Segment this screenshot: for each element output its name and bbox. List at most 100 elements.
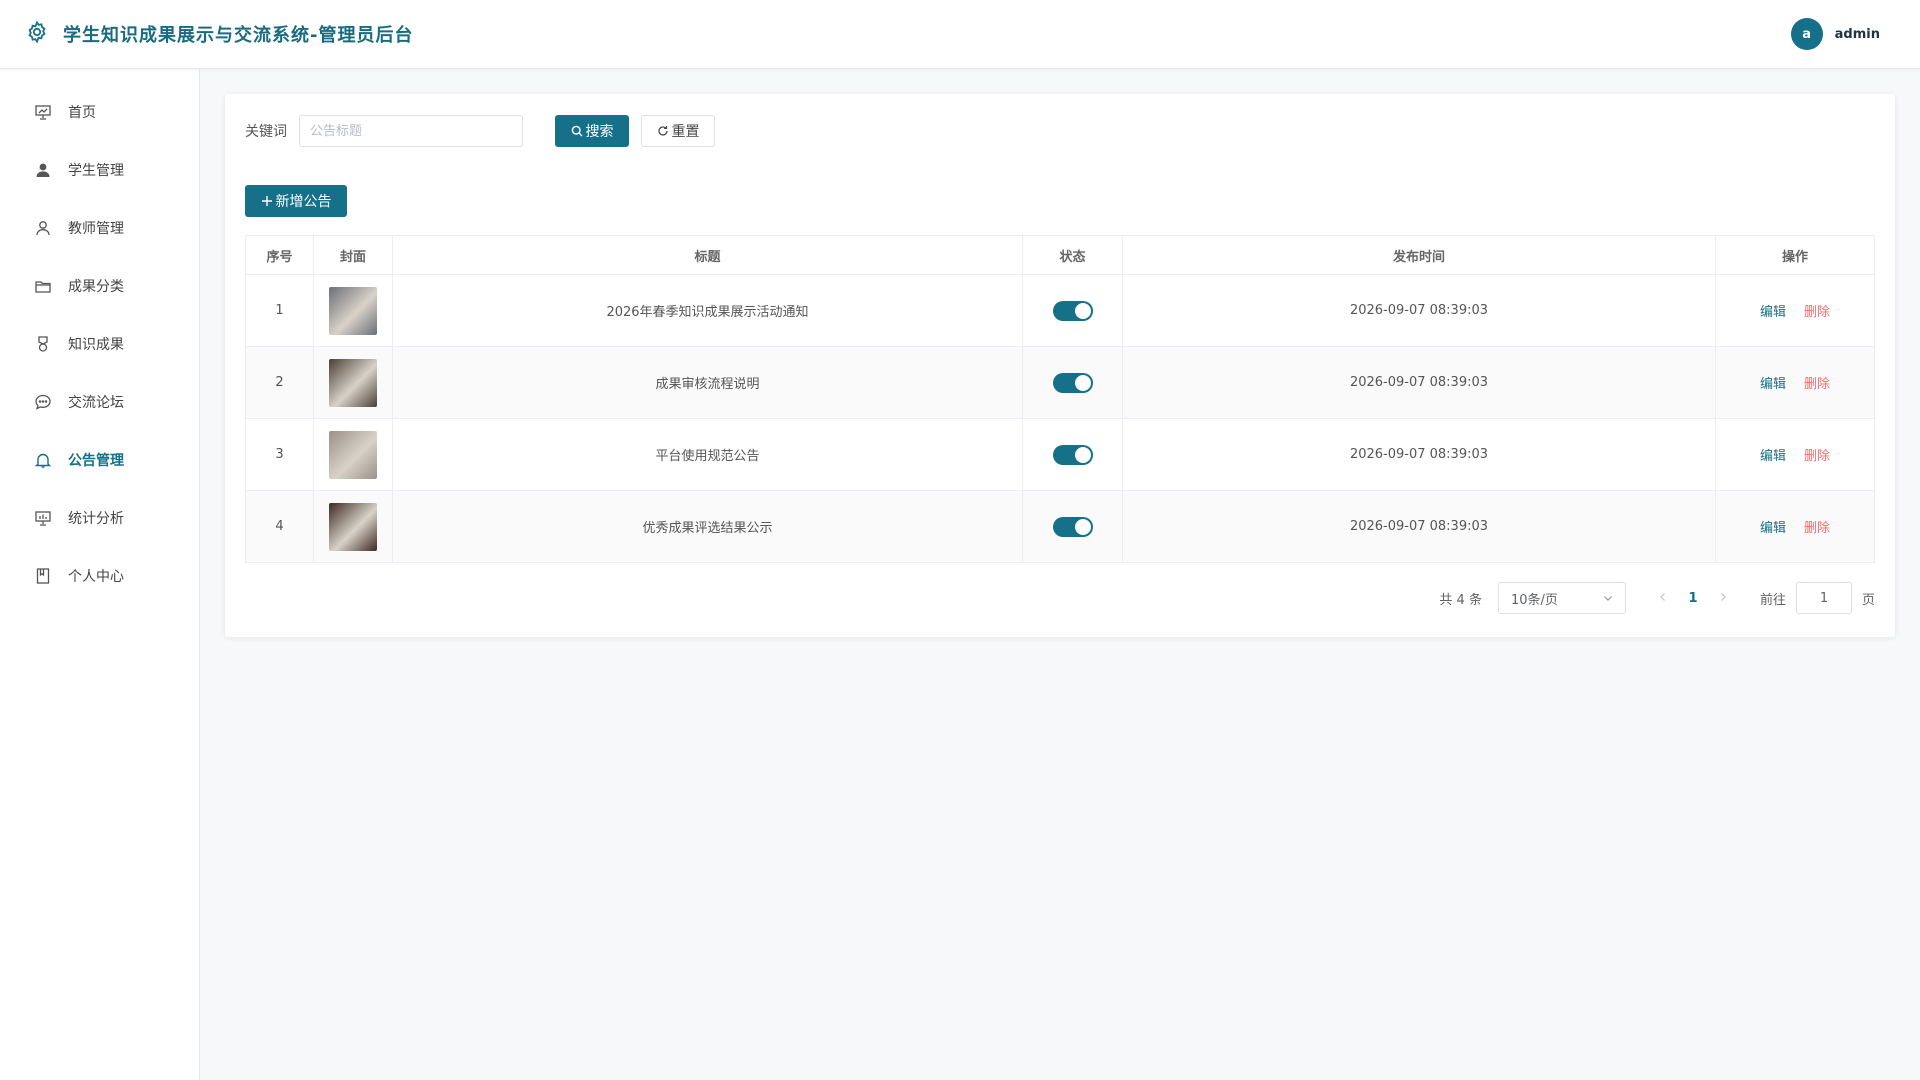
sidebar-item-forum[interactable]: 交流论坛	[0, 373, 199, 431]
sidebar: 首页 学生管理 教师管理 成果分类 知识成果 交流论坛 公告管理 统计分析 个人…	[0, 69, 200, 1080]
edit-link[interactable]: 编辑	[1760, 449, 1786, 464]
sidebar-item-label: 交流论坛	[68, 395, 124, 411]
table-row: 1 2026年春季知识成果展示活动通知 2026-09-07 08:39:03 …	[245, 274, 1875, 347]
row-title: 平台使用规范公告	[392, 418, 1023, 491]
top-header: 学生知识成果展示与交流系统-管理员后台 a admin	[0, 0, 1920, 69]
user-outline-icon	[36, 221, 50, 236]
sidebar-item-achievements[interactable]: 知识成果	[0, 315, 199, 373]
content-card: 关键词 搜索 重置 新增公告 序号 封面 标题 状态 发布时间 操作	[225, 94, 1895, 637]
username[interactable]: admin	[1835, 27, 1880, 42]
status-cell	[1022, 274, 1123, 347]
actions-cell: 编辑 删除	[1715, 274, 1875, 347]
goto-page-input[interactable]	[1795, 582, 1852, 614]
notebook-icon	[36, 568, 50, 584]
user-filled-icon	[36, 163, 50, 177]
page-size-select[interactable]: 10条/页	[1497, 582, 1626, 614]
edit-link[interactable]: 编辑	[1760, 305, 1786, 320]
bell-icon	[34, 453, 52, 468]
keyword-input[interactable]	[299, 115, 523, 147]
status-cell	[1022, 346, 1123, 419]
delete-link[interactable]: 删除	[1804, 377, 1830, 392]
cover-cell	[313, 418, 393, 491]
medal-icon	[38, 336, 48, 352]
cover-thumbnail[interactable]	[329, 358, 377, 407]
edit-link[interactable]: 编辑	[1760, 521, 1786, 536]
sidebar-item-profile[interactable]: 个人中心	[0, 547, 199, 605]
folder-icon	[35, 281, 51, 293]
page-size-value: 10条/页	[1510, 592, 1558, 608]
chevron-left-icon	[1660, 592, 1665, 601]
sidebar-item-teachers[interactable]: 教师管理	[0, 199, 199, 257]
cover-thumbnail[interactable]	[329, 286, 377, 335]
status-cell	[1022, 418, 1123, 491]
sidebar-item-label: 知识成果	[68, 337, 124, 353]
sidebar-item-label: 教师管理	[68, 221, 124, 237]
announcements-table: 序号 封面 标题 状态 发布时间 操作 1 2026年春季知识成果展示活动通知 …	[245, 235, 1875, 563]
search-button[interactable]: 搜索	[555, 115, 629, 147]
status-cell	[1022, 490, 1123, 563]
status-toggle[interactable]	[1052, 444, 1093, 465]
cover-thumbnail[interactable]	[329, 502, 377, 551]
add-announcement-button[interactable]: 新增公告	[245, 185, 347, 217]
sidebar-item-label: 学生管理	[68, 163, 124, 179]
sidebar-item-label: 成果分类	[68, 279, 124, 295]
sidebar-item-label: 统计分析	[68, 511, 124, 527]
page-number-current[interactable]: 1	[1678, 591, 1708, 606]
next-page-button[interactable]	[1708, 591, 1738, 606]
sidebar-item-home[interactable]: 首页	[0, 83, 199, 141]
row-index: 2	[245, 346, 314, 419]
add-button-label: 新增公告	[275, 194, 332, 210]
delete-link[interactable]: 删除	[1804, 521, 1830, 536]
table-row: 3 平台使用规范公告 2026-09-07 08:39:03 编辑 删除	[245, 418, 1875, 491]
reset-button[interactable]: 重置	[641, 115, 715, 147]
presentation-icon	[35, 105, 51, 120]
column-header-time: 发布时间	[1122, 235, 1716, 275]
cover-cell	[313, 490, 393, 563]
brand: 学生知识成果展示与交流系统-管理员后台	[25, 20, 413, 48]
search-icon	[571, 125, 582, 137]
column-header-cover: 封面	[313, 235, 393, 275]
row-title: 2026年春季知识成果展示活动通知	[392, 274, 1023, 347]
avatar[interactable]: a	[1790, 18, 1823, 50]
refresh-icon	[657, 126, 668, 136]
user-menu[interactable]: a admin	[1790, 18, 1880, 50]
sidebar-item-categories[interactable]: 成果分类	[0, 257, 199, 315]
edit-link[interactable]: 编辑	[1760, 377, 1786, 392]
actions-cell: 编辑 删除	[1715, 418, 1875, 491]
filter-bar: 关键词 搜索 重置	[245, 115, 1875, 147]
table-row: 4 优秀成果评选结果公示 2026-09-07 08:39:03 编辑 删除	[245, 490, 1875, 563]
chevron-down-icon	[1604, 596, 1612, 601]
status-toggle[interactable]	[1052, 300, 1093, 321]
actions-cell: 编辑 删除	[1715, 490, 1875, 563]
delete-link[interactable]: 删除	[1804, 449, 1830, 464]
total-count: 共 4 条	[1439, 592, 1482, 608]
table-header-row: 序号 封面 标题 状态 发布时间 操作	[245, 235, 1875, 275]
chat-bubble-icon	[35, 394, 51, 410]
column-header-status: 状态	[1022, 235, 1123, 275]
row-index: 4	[245, 490, 314, 563]
plus-icon	[261, 196, 272, 206]
status-toggle[interactable]	[1052, 372, 1093, 393]
actions-cell: 编辑 删除	[1715, 346, 1875, 419]
sidebar-item-label: 个人中心	[68, 569, 124, 585]
sidebar-item-statistics[interactable]: 统计分析	[0, 489, 199, 547]
reset-button-label: 重置	[671, 124, 700, 140]
delete-link[interactable]: 删除	[1804, 305, 1830, 320]
cover-cell	[313, 274, 393, 347]
prev-page-button[interactable]	[1648, 591, 1678, 606]
app-title: 学生知识成果展示与交流系统-管理员后台	[63, 25, 414, 46]
sidebar-item-label: 首页	[68, 105, 96, 121]
sidebar-item-label: 公告管理	[68, 453, 124, 469]
column-header-actions: 操作	[1715, 235, 1875, 275]
sidebar-item-students[interactable]: 学生管理	[0, 141, 199, 199]
row-index: 3	[245, 418, 314, 491]
cover-thumbnail[interactable]	[329, 430, 377, 479]
sidebar-item-announcements[interactable]: 公告管理	[0, 431, 199, 489]
row-time: 2026-09-07 08:39:03	[1122, 418, 1716, 491]
keyword-label: 关键词	[245, 124, 287, 140]
row-time: 2026-09-07 08:39:03	[1122, 274, 1716, 347]
row-time: 2026-09-07 08:39:03	[1122, 346, 1716, 419]
status-toggle[interactable]	[1052, 516, 1093, 537]
row-index: 1	[245, 274, 314, 347]
chart-board-icon	[35, 511, 51, 526]
